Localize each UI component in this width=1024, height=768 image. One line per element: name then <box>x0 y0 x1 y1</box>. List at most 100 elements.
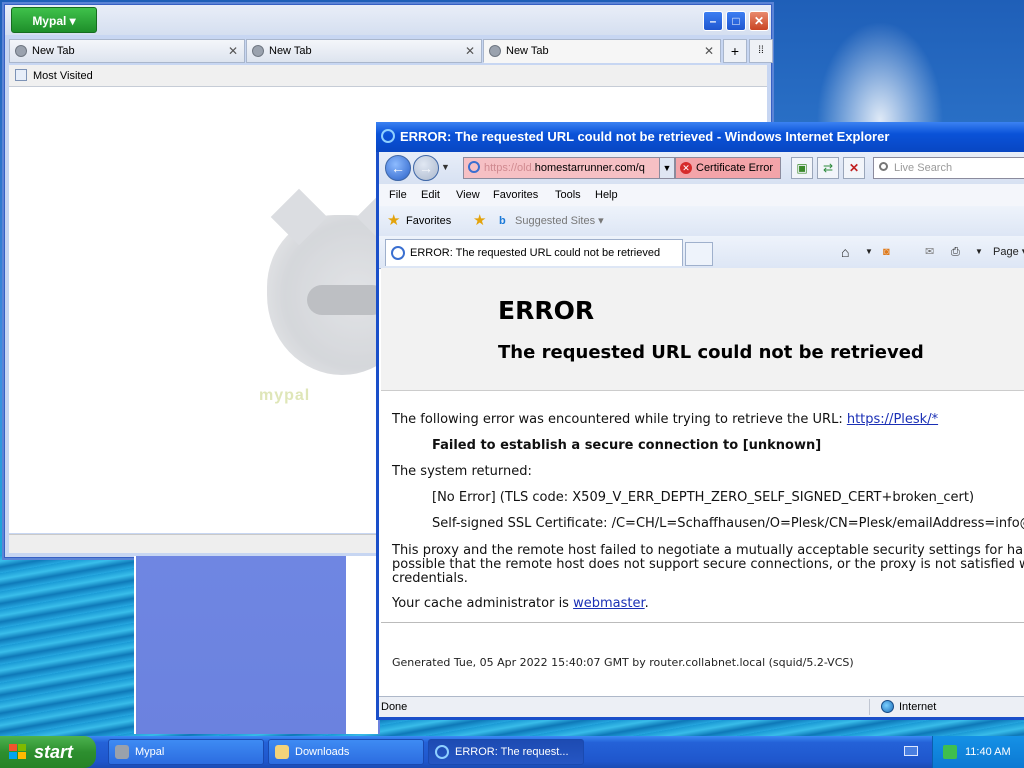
recent-pages-dropdown-icon[interactable]: ▼ <box>441 162 450 172</box>
certificate-error-button[interactable]: ✕ Certificate Error <box>675 157 781 179</box>
ie-tab-icon <box>391 246 405 260</box>
menu-tools[interactable]: Tools <box>555 184 581 206</box>
stop-icon[interactable]: ✕ <box>843 157 865 179</box>
menu-edit[interactable]: Edit <box>421 184 440 206</box>
favorites-button[interactable]: Favorites <box>406 206 451 236</box>
print-dropdown-icon[interactable]: ▼ <box>975 242 983 262</box>
error-subheading: The requested URL could not be retrieved <box>498 342 924 363</box>
compatibility-view-icon[interactable]: ▣ <box>791 157 813 179</box>
back-button[interactable]: ← <box>385 155 411 181</box>
generated-footer: Generated Tue, 05 Apr 2022 15:40:07 GMT … <box>392 656 854 669</box>
ie-tab-active[interactable]: ERROR: The requested URL could not be re… <box>385 239 683 266</box>
feeds-icon[interactable]: ◙ <box>883 242 890 262</box>
security-zone-label[interactable]: Internet <box>899 697 936 717</box>
ie-new-tab-button[interactable] <box>685 242 713 266</box>
address-bar[interactable]: https://old.homestarrunner.com/q <box>463 157 675 179</box>
mypal-tab-strip: New Tab ✕ New Tab ✕ New Tab ✕ + ⁞⁞ <box>9 39 773 63</box>
raccoon-icon <box>115 745 129 759</box>
proxy-line: credentials. <box>392 571 468 586</box>
error-intro-text: The following error was encountered whil… <box>392 412 847 427</box>
menu-view[interactable]: View <box>456 184 480 206</box>
cache-admin-text: Your cache administrator is <box>392 596 574 611</box>
taskbar-item-mypal[interactable]: Mypal <box>108 739 264 765</box>
maximize-button[interactable]: □ <box>726 11 746 31</box>
ie-logo-icon <box>435 745 449 759</box>
cache-admin-line: Your cache administrator is webmaster. <box>392 596 649 611</box>
ie-tab-row: ERROR: The requested URL could not be re… <box>379 236 1024 269</box>
mypal-tab[interactable]: New Tab ✕ <box>246 39 482 63</box>
mypal-titlebar[interactable]: Mypal ▾ – □ ✕ <box>5 5 771 35</box>
search-placeholder: Live Search <box>894 162 953 174</box>
tab-label: New Tab <box>506 45 549 57</box>
menu-file[interactable]: File <box>389 184 407 206</box>
close-tab-icon[interactable]: ✕ <box>704 40 714 62</box>
close-tab-icon[interactable]: ✕ <box>465 40 475 62</box>
error-heading: ERROR <box>498 296 595 325</box>
taskbar-item-downloads[interactable]: Downloads <box>268 739 424 765</box>
mypal-tab[interactable]: New Tab ✕ <box>9 39 245 63</box>
mypal-tab-active[interactable]: New Tab ✕ <box>483 39 721 63</box>
downloads-window-panel <box>134 556 380 734</box>
tab-label: New Tab <box>269 45 312 57</box>
suggested-sites-button[interactable]: Suggested Sites ▾ <box>515 206 604 236</box>
ie-navigation-bar: ← → ▼ https://old.homestarrunner.com/q ▼… <box>379 152 1024 184</box>
home-icon[interactable]: ⌂ <box>841 242 849 262</box>
proxy-line: possible that the remote host does not s… <box>392 557 1024 572</box>
menu-help[interactable]: Help <box>595 184 618 206</box>
close-button[interactable]: ✕ <box>749 11 769 31</box>
globe-icon <box>489 45 501 57</box>
read-mail-icon[interactable]: ✉ <box>925 242 934 262</box>
footer-divider <box>381 622 1024 623</box>
ie-titlebar[interactable]: ERROR: The requested URL could not be re… <box>376 122 1024 152</box>
system-returned-label: The system returned: <box>392 464 532 479</box>
add-favorites-icon[interactable]: ★ <box>473 213 486 228</box>
tls-error-text: [No Error] (TLS code: X509_V_ERR_DEPTH_Z… <box>432 490 975 505</box>
tab-label: New Tab <box>32 45 75 57</box>
taskbar-item-ie[interactable]: ERROR: The request... <box>428 739 584 765</box>
mypal-logo-text: mypal <box>259 387 311 404</box>
search-icon <box>879 162 888 171</box>
windows-logo-icon <box>9 744 27 760</box>
globe-icon <box>252 45 264 57</box>
bookmarks-toolbar: Most Visited <box>9 65 767 87</box>
ie-statusbar: Done Internet <box>379 696 1024 717</box>
network-icon[interactable] <box>943 745 957 759</box>
webmaster-link[interactable]: webmaster <box>573 596 645 611</box>
tab-list-button[interactable]: ⁞⁞ <box>749 39 773 63</box>
page-menu-button[interactable]: Page ▾ <box>993 242 1024 262</box>
clock[interactable]: 11:40 AM <box>965 736 1011 768</box>
ie-title: ERROR: The requested URL could not be re… <box>400 129 890 144</box>
error-intro: The following error was encountered whil… <box>392 412 938 427</box>
internet-zone-icon <box>881 700 894 713</box>
most-visited-link[interactable]: Most Visited <box>33 70 93 82</box>
search-input[interactable]: Live Search <box>873 157 1024 179</box>
mypal-menu-button[interactable]: Mypal ▾ <box>11 7 97 33</box>
proxy-explanation: This proxy and the remote host failed to… <box>392 544 1024 586</box>
downloads-window-edge <box>346 556 378 734</box>
close-tab-icon[interactable]: ✕ <box>228 40 238 62</box>
task-label: Downloads <box>295 746 350 758</box>
bing-icon: b <box>499 215 506 227</box>
folder-icon <box>275 745 289 759</box>
new-tab-button[interactable]: + <box>723 39 747 63</box>
minimize-button[interactable]: – <box>703 11 723 31</box>
menu-favorites[interactable]: Favorites <box>493 184 538 206</box>
ie-favorites-bar: ★ Favorites ★ b Suggested Sites ▾ <box>379 206 1024 236</box>
requested-url-link[interactable]: https://Plesk/* <box>847 412 938 427</box>
ie-page-content: ERROR The requested URL could not be ret… <box>381 268 1024 700</box>
address-scheme: https://old. <box>484 162 535 174</box>
home-dropdown-icon[interactable]: ▼ <box>865 242 873 262</box>
address-dropdown-icon[interactable]: ▼ <box>659 157 675 179</box>
status-text: Done <box>381 701 408 713</box>
certificate-error-label: Certificate Error <box>696 162 774 174</box>
taskbar: start Mypal Downloads ERROR: The request… <box>0 736 1024 768</box>
ie-tab-title: ERROR: The requested URL could not be re… <box>410 247 661 259</box>
refresh-icon[interactable]: ⇄ <box>817 157 839 179</box>
keyboard-icon[interactable] <box>904 746 918 756</box>
start-button[interactable]: start <box>0 736 96 768</box>
start-label: start <box>34 742 74 762</box>
forward-button[interactable]: → <box>413 155 439 181</box>
error-header: ERROR The requested URL could not be ret… <box>381 268 1024 391</box>
most-visited-icon <box>15 69 27 81</box>
print-icon[interactable]: ⎙ <box>951 242 960 262</box>
